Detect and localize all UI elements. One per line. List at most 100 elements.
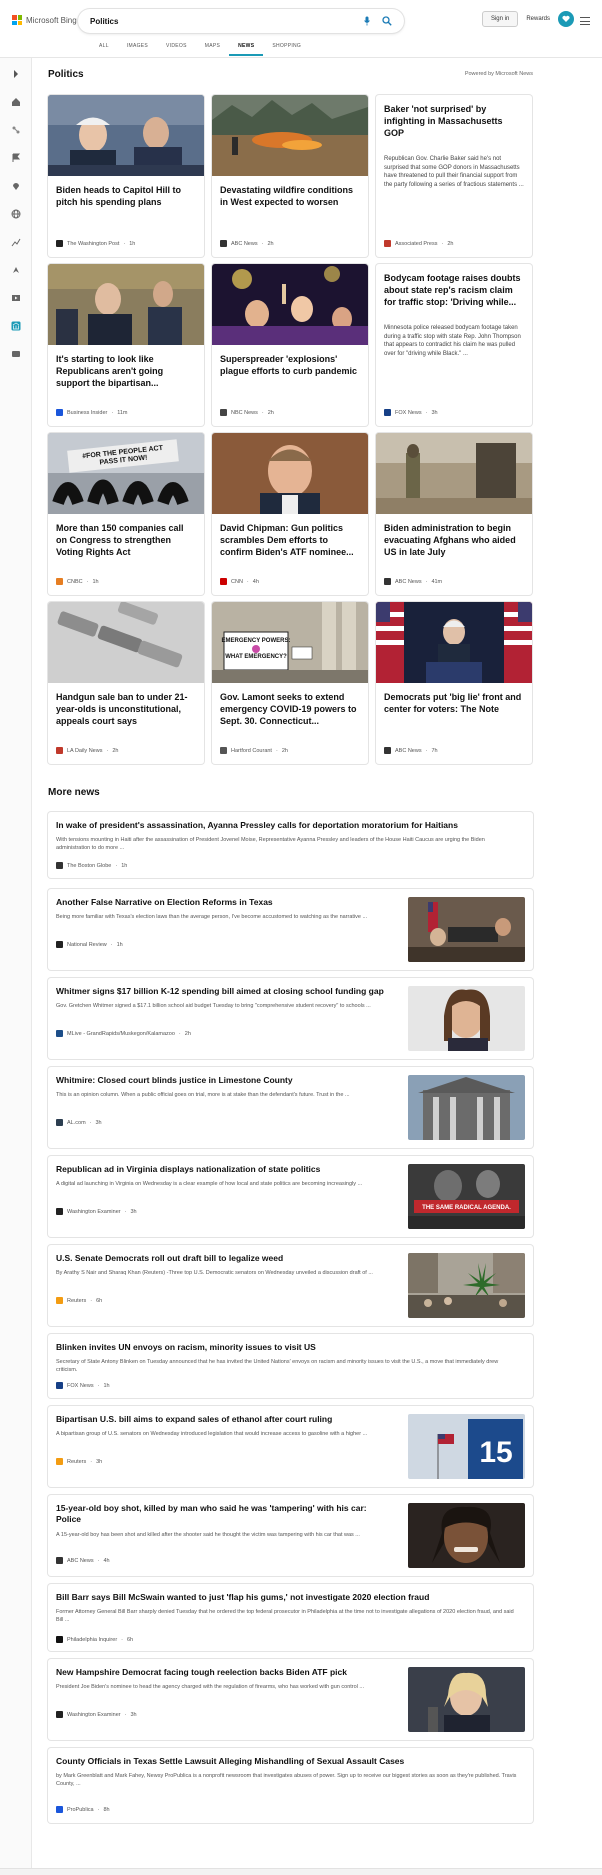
tab-shopping[interactable]: SHOPPING — [263, 42, 310, 56]
list-item-headline[interactable]: In wake of president's assassination, Ay… — [56, 820, 521, 831]
card-source: ABC News · 41m — [384, 578, 442, 585]
list-item-headline[interactable]: Bipartisan U.S. bill aims to expand sale… — [56, 1414, 391, 1425]
news-card[interactable]: Superspreader 'explosions' plague effort… — [212, 264, 368, 426]
card-headline[interactable]: Devastating wildfire conditions in West … — [220, 184, 360, 208]
list-item-headline[interactable]: Another False Narrative on Election Refo… — [56, 897, 391, 908]
list-item-headline[interactable]: 15-year-old boy shot, killed by man who … — [56, 1503, 391, 1525]
list-item-thumbnail — [408, 986, 525, 1051]
card-headline[interactable]: More than 150 companies call on Congress… — [56, 522, 196, 558]
powered-by-label[interactable]: Powered by Microsoft News — [465, 71, 533, 77]
hamburger-menu-icon[interactable] — [580, 17, 590, 25]
source-logo-icon — [220, 747, 227, 754]
chart-icon[interactable] — [10, 236, 22, 248]
list-item[interactable]: Republican ad in Virginia displays natio… — [48, 1156, 533, 1237]
wallet-icon[interactable] — [10, 348, 22, 360]
ad-banner-text: THE SAME RADICAL AGENDA. — [422, 1205, 511, 1211]
list-item-source: Washington Examiner · 3h — [56, 1208, 137, 1215]
tab-news[interactable]: NEWS — [229, 42, 264, 56]
card-headline[interactable]: It's starting to look like Republicans a… — [56, 353, 196, 389]
rocket-icon[interactable] — [10, 264, 22, 276]
source-logo-icon — [220, 240, 227, 247]
news-card[interactable]: Biden administration to begin evacuating… — [376, 433, 532, 595]
card-headline[interactable]: Democrats put 'big lie' front and center… — [384, 691, 524, 715]
microphone-icon[interactable] — [360, 14, 374, 28]
tab-images[interactable]: IMAGES — [118, 42, 157, 56]
list-item[interactable]: 15-year-old boy shot, killed by man who … — [48, 1495, 533, 1576]
tab-maps[interactable]: MAPS — [196, 42, 229, 56]
list-item-headline[interactable]: U.S. Senate Democrats roll out draft bil… — [56, 1253, 391, 1264]
source-logo-icon — [56, 1636, 63, 1643]
search-box[interactable]: Politics — [78, 9, 404, 33]
video-icon[interactable] — [10, 292, 22, 304]
news-card[interactable]: It's starting to look like Republicans a… — [48, 264, 204, 426]
tab-videos[interactable]: VIDEOS — [157, 42, 196, 56]
list-item-thumbnail — [408, 897, 525, 962]
list-item-headline[interactable]: New Hampshire Democrat facing tough reel… — [56, 1667, 391, 1678]
rewards-medal-icon[interactable] — [558, 11, 574, 27]
bing-logo[interactable]: Microsoft Bing — [12, 15, 77, 25]
card-headline[interactable]: Superspreader 'explosions' plague effort… — [220, 353, 360, 377]
card-headline[interactable]: Gov. Lamont seeks to extend emergency CO… — [220, 691, 360, 727]
news-card[interactable]: Baker 'not surprised' by infighting in M… — [376, 95, 532, 257]
sign-in-button[interactable]: Sign in — [481, 11, 519, 27]
list-item-snippet: Former Attorney General Bill Barr sharpl… — [56, 1609, 514, 1623]
list-item[interactable]: New Hampshire Democrat facing tough reel… — [48, 1659, 533, 1740]
news-card[interactable]: Biden heads to Capitol Hill to pitch his… — [48, 95, 204, 257]
rewards-link[interactable]: Rewards — [526, 16, 550, 22]
news-card[interactable]: EMERGENCY POWERS: WHAT EMERGENCY? Gov. La… — [212, 602, 368, 764]
flag-icon[interactable] — [10, 152, 22, 164]
search-input[interactable]: Politics — [90, 17, 354, 26]
list-item[interactable]: Another False Narrative on Election Refo… — [48, 889, 533, 970]
news-card[interactable]: #FOR THE PEOPLE ACTPASS IT NOW! More tha… — [48, 433, 204, 595]
tab-all[interactable]: ALL — [90, 42, 118, 56]
card-image — [212, 433, 368, 514]
list-item-snippet: Being more familiar with Texas's electio… — [56, 914, 368, 920]
list-item-snippet: A digital ad launching in Virginia on We… — [56, 1181, 363, 1187]
list-item[interactable]: Bipartisan U.S. bill aims to expand sale… — [48, 1406, 533, 1487]
card-image — [48, 95, 204, 176]
list-item-thumbnail — [408, 1075, 525, 1140]
list-item[interactable]: Whitmer signs $17 billion K-12 spending … — [48, 978, 533, 1059]
news-card[interactable]: Democrats put 'big lie' front and center… — [376, 602, 532, 764]
list-item-headline[interactable]: Whitmire: Closed court blinds justice in… — [56, 1075, 391, 1086]
discover-icon[interactable] — [10, 124, 22, 136]
list-item-snippet: by Mark Greenblatt and Mark Fahey, Newsy… — [56, 1773, 517, 1787]
news-card[interactable]: David Chipman: Gun politics scrambles De… — [212, 433, 368, 595]
location-pin-icon[interactable] — [10, 180, 22, 192]
list-item[interactable]: In wake of president's assassination, Ay… — [48, 812, 533, 878]
list-item-headline[interactable]: Whitmer signs $17 billion K-12 spending … — [56, 986, 396, 997]
card-headline[interactable]: David Chipman: Gun politics scrambles De… — [220, 522, 360, 558]
list-item-headline[interactable]: Blinken invites UN envoys on racism, min… — [56, 1342, 521, 1353]
list-item-source: ProPublica · 8h — [56, 1806, 110, 1813]
list-item-headline[interactable]: Bill Barr says Bill McSwain wanted to ju… — [56, 1592, 521, 1603]
list-item[interactable]: Blinken invites UN envoys on racism, min… — [48, 1334, 533, 1398]
card-headline[interactable]: Biden heads to Capitol Hill to pitch his… — [56, 184, 196, 208]
svg-text:15: 15 — [479, 1436, 512, 1469]
list-item-source: Philadelphia Inquirer · 6h — [56, 1636, 133, 1643]
list-item[interactable]: U.S. Senate Democrats roll out draft bil… — [48, 1245, 533, 1326]
card-headline[interactable]: Handgun sale ban to under 21-year-olds i… — [56, 691, 196, 727]
search-icon[interactable] — [380, 14, 394, 28]
card-headline[interactable]: Baker 'not surprised' by infighting in M… — [384, 103, 524, 139]
card-source: CNBC · 1h — [56, 578, 99, 585]
card-source: Business Insider · 11m — [56, 409, 128, 416]
source-logo-icon — [56, 862, 63, 869]
card-headline[interactable]: Bodycam footage raises doubts about stat… — [384, 272, 524, 308]
list-item-headline[interactable]: Republican ad in Virginia displays natio… — [56, 1164, 391, 1175]
list-item[interactable]: County Officials in Texas Settle Lawsuit… — [48, 1748, 533, 1823]
brand-name: Microsoft Bing — [26, 15, 77, 25]
list-item-source: Reuters · 6h — [56, 1297, 102, 1304]
source-logo-icon — [56, 409, 63, 416]
news-card[interactable]: Bodycam footage raises doubts about stat… — [376, 264, 532, 426]
card-headline[interactable]: Biden administration to begin evacuating… — [384, 522, 524, 558]
list-item-headline[interactable]: County Officials in Texas Settle Lawsuit… — [56, 1756, 521, 1767]
home-icon[interactable] — [10, 96, 22, 108]
news-card[interactable]: Devastating wildfire conditions in West … — [212, 95, 368, 257]
list-item[interactable]: Bill Barr says Bill McSwain wanted to ju… — [48, 1584, 533, 1651]
section-title: Politics — [48, 69, 84, 80]
politics-building-icon[interactable] — [10, 320, 22, 332]
list-item[interactable]: Whitmire: Closed court blinds justice in… — [48, 1067, 533, 1148]
expand-chevron-icon[interactable] — [10, 68, 22, 80]
globe-icon[interactable] — [10, 208, 22, 220]
news-card[interactable]: Handgun sale ban to under 21-year-olds i… — [48, 602, 204, 764]
